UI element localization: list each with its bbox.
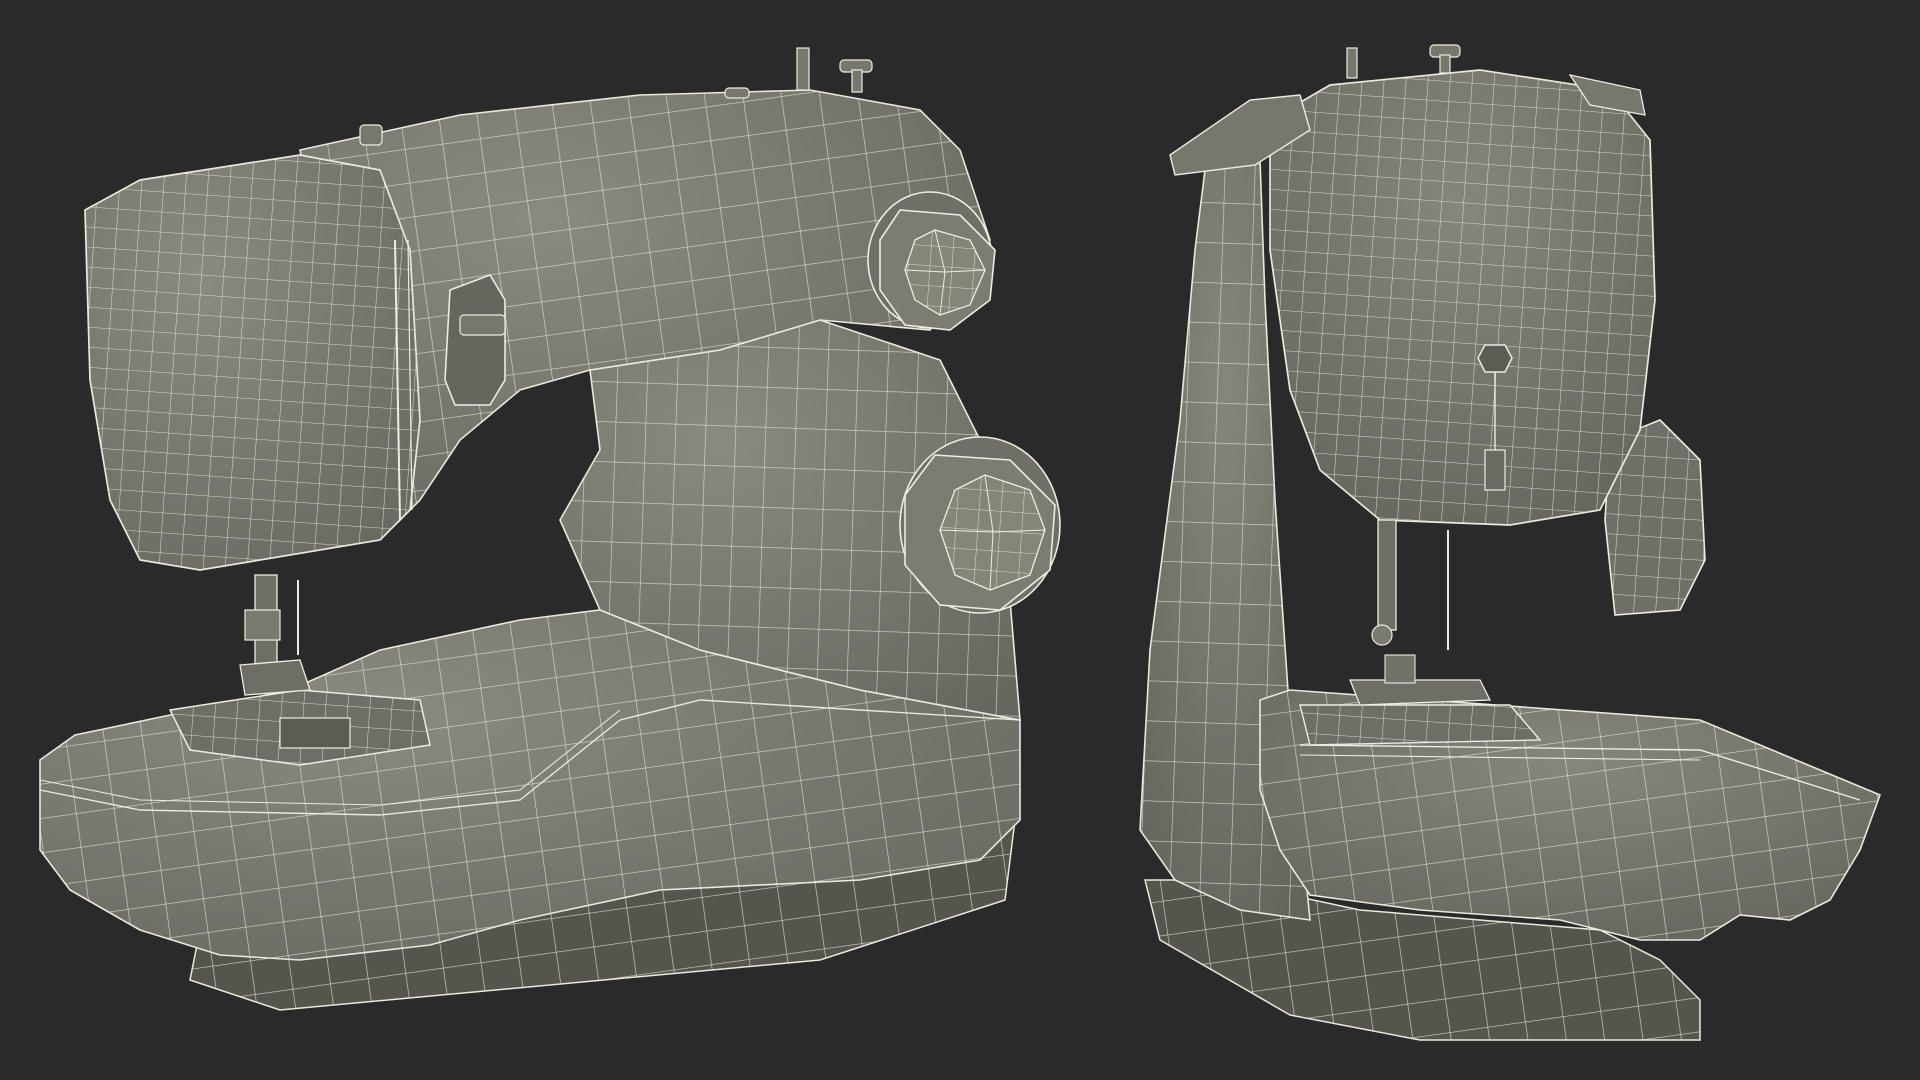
screw bbox=[1477, 344, 1513, 373]
arm-window bbox=[444, 274, 506, 406]
stitch-selector-knob bbox=[899, 436, 1061, 614]
wireframe-render bbox=[0, 0, 1920, 1080]
spool-pin bbox=[1346, 47, 1358, 79]
spool-pin bbox=[796, 47, 810, 91]
